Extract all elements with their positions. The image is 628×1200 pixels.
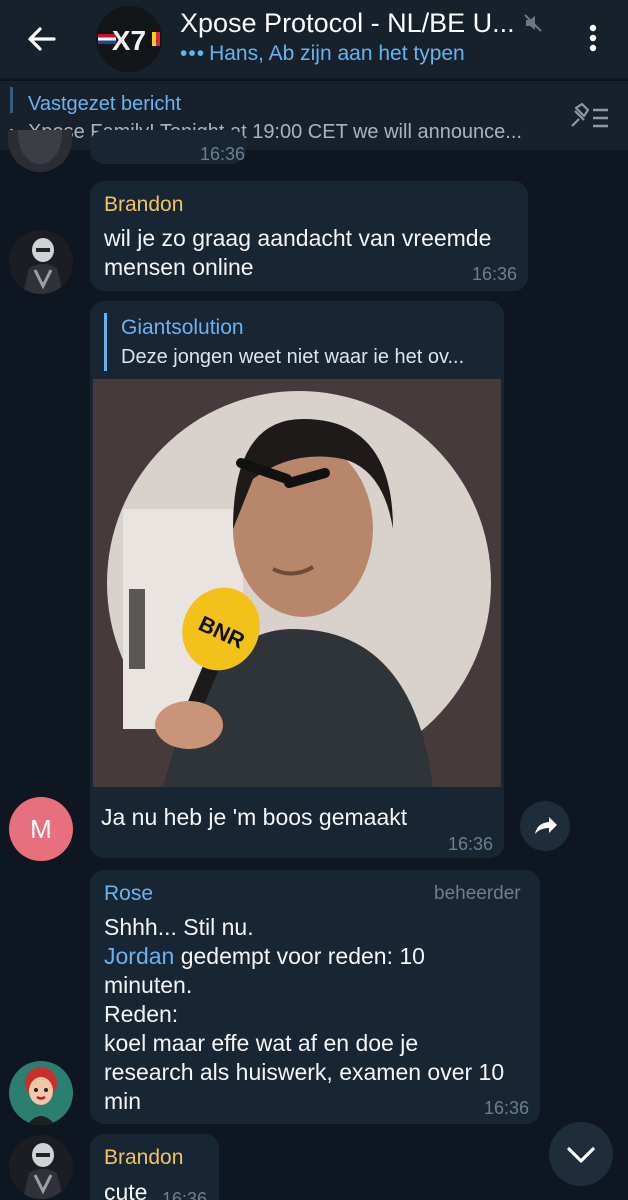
message-text: research als huiswerk, examen over 10 <box>104 1059 505 1085</box>
avatar-brandon[interactable] <box>9 230 73 294</box>
sender-name[interactable]: Brandon <box>104 193 183 217</box>
typing-status: ••• Hans, Ab zijn aan het typen <box>180 42 465 66</box>
svg-text:X7: X7 <box>112 25 146 56</box>
message-bubble[interactable]: Brandon cute 16:36 <box>90 1134 219 1200</box>
message-text: wil je zo graag aandacht van vreemde <box>104 225 492 251</box>
message-time: 16:36 <box>162 1189 208 1200</box>
sender-name[interactable]: Brandon <box>104 1146 183 1170</box>
message-text: min <box>104 1088 142 1114</box>
avatar-brandon[interactable] <box>9 1135 73 1199</box>
avatar-rose[interactable] <box>9 1061 73 1125</box>
typing-text: Hans, Ab zijn aan het typen <box>209 42 465 65</box>
message-text-line: Jordan gedempt voor reden: 10 <box>104 942 425 971</box>
back-arrow-icon[interactable] <box>20 17 64 61</box>
message-bubble[interactable]: 16:36 <box>90 130 246 164</box>
message-bubble[interactable]: Giantsolution Deze jongen weet niet waar… <box>90 301 504 858</box>
avatar[interactable] <box>8 130 72 172</box>
message-time: 16:36 <box>448 834 494 854</box>
pinned-list-icon[interactable] <box>566 100 612 136</box>
reply-indicator <box>104 313 107 371</box>
admin-badge: beheerder <box>434 883 521 904</box>
scroll-to-bottom-button[interactable] <box>549 1122 613 1186</box>
message-time: 16:36 <box>472 264 518 284</box>
chevron-down-icon <box>567 1147 595 1163</box>
chat-title[interactable]: Xpose Protocol - NL/BE U... <box>180 8 515 39</box>
message-time: 16:36 <box>484 1098 530 1118</box>
reply-text[interactable]: Deze jongen weet niet waar ie het ov... <box>121 343 464 372</box>
message-text: Ja nu heb je 'm boos gemaakt <box>101 804 408 830</box>
chat-header: X7 Xpose Protocol - NL/BE U... ••• Hans, … <box>0 0 628 78</box>
avatar-m[interactable]: M <box>9 797 73 861</box>
message-text: gedempt voor reden: 10 <box>174 943 425 969</box>
message-photo[interactable]: BNR <box>93 379 501 787</box>
message-text: cute <box>104 1179 148 1200</box>
message-bubble[interactable]: Brandon wil je zo graag aandacht van vre… <box>90 181 528 291</box>
mention-link[interactable]: Jordan <box>104 943 174 969</box>
muted-icon <box>522 12 544 34</box>
sender-name[interactable]: Rose <box>104 882 153 906</box>
reply-sender[interactable]: Giantsolution <box>121 316 244 340</box>
channel-avatar[interactable]: X7 <box>96 6 162 72</box>
message-text: minuten. <box>104 972 193 998</box>
message-text: mensen online <box>104 254 254 280</box>
message-text: Reden: <box>104 1001 179 1027</box>
message-time: 16:36 <box>200 144 246 164</box>
share-button[interactable] <box>520 801 570 851</box>
message-text: Shhh... Stil nu. <box>104 914 254 940</box>
message-text: koel maar effe wat af en doe je <box>104 1030 419 1056</box>
message-bubble[interactable]: Rose beheerder Shhh... Stil nu. Jordan g… <box>90 870 540 1124</box>
more-options-icon[interactable] <box>578 20 608 56</box>
avatar-letter: M <box>30 814 52 844</box>
forward-arrow-icon <box>535 817 557 834</box>
pinned-label: Vastgezet bericht <box>28 93 182 115</box>
typing-dots-icon: ••• <box>180 42 206 65</box>
